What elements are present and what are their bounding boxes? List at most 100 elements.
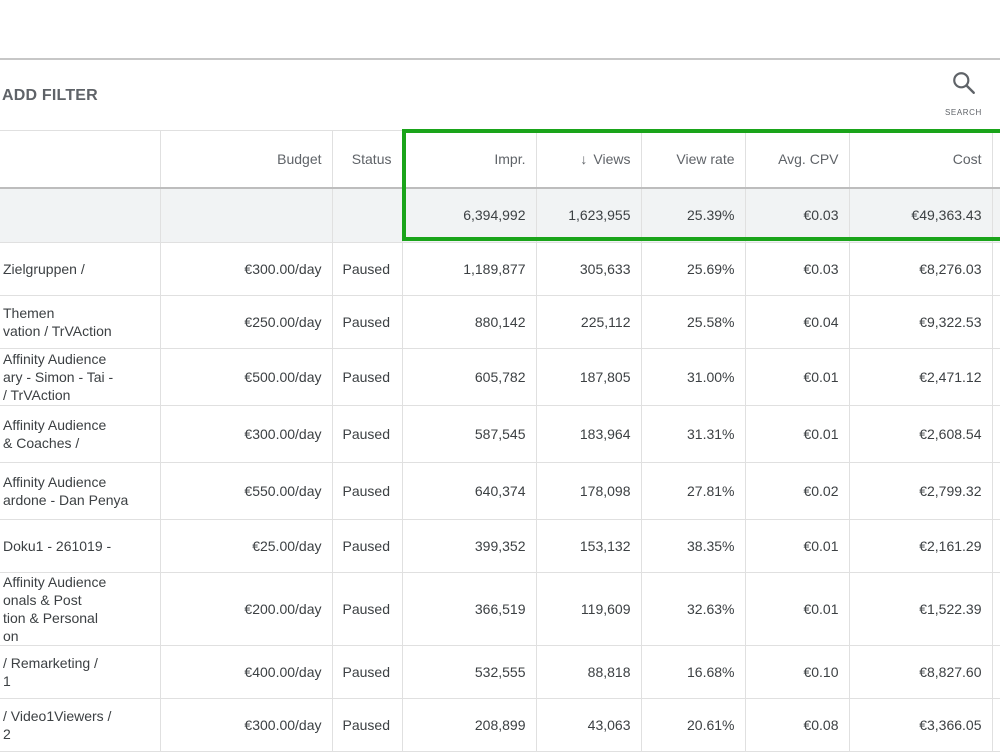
views-cell: 183,964 bbox=[536, 405, 642, 463]
campaign-name-line[interactable]: ardone - Dan Penya bbox=[3, 491, 150, 509]
cost-cell: €2,608.54 bbox=[849, 405, 993, 463]
campaign-name-line[interactable]: 1 bbox=[3, 672, 150, 690]
status-cell[interactable]: Paused bbox=[332, 462, 403, 520]
view-rate-cell: 27.81% bbox=[641, 462, 746, 520]
budget-cell[interactable]: €300.00/day bbox=[160, 405, 333, 463]
header-cost[interactable]: Cost bbox=[849, 130, 993, 189]
campaign-name-line[interactable]: Themen bbox=[3, 304, 150, 322]
table-row[interactable]: Affinity Audience ary - Simon - Tai - / Tr… bbox=[0, 348, 1000, 406]
avg-cpv-cell: €0.08 bbox=[745, 698, 850, 752]
cost-cell: €2,799.32 bbox=[849, 462, 993, 520]
view-rate-cell: 32.63% bbox=[641, 572, 746, 646]
status-cell[interactable]: Paused bbox=[332, 519, 403, 573]
header-impr[interactable]: Impr. bbox=[402, 130, 537, 189]
campaign-name-cell[interactable]: Zielgruppen / bbox=[0, 242, 161, 296]
impr-cell: 880,142 bbox=[402, 295, 537, 349]
status-cell[interactable]: Paused bbox=[332, 698, 403, 752]
status-cell[interactable]: Paused bbox=[332, 572, 403, 646]
cost-cell: €3,366.05 bbox=[849, 698, 993, 752]
cost-cell: €1,522.39 bbox=[849, 572, 993, 646]
overflow-cell bbox=[992, 645, 1000, 699]
cost-cell: €9,322.53 bbox=[849, 295, 993, 349]
campaign-name-cell[interactable]: / Remarketing /1 bbox=[0, 645, 161, 699]
campaign-name-line[interactable]: on bbox=[3, 627, 150, 645]
campaign-name-cell[interactable]: Affinity Audience & Coaches / bbox=[0, 405, 161, 463]
search-icon[interactable] bbox=[951, 70, 977, 96]
budget-cell[interactable]: €300.00/day bbox=[160, 698, 333, 752]
table-row[interactable]: Themen vation / TrVAction €250.00/day Pause… bbox=[0, 295, 1000, 349]
table-row[interactable]: Zielgruppen / €300.00/day Paused 1,189,877 3… bbox=[0, 242, 1000, 296]
status-cell[interactable]: Paused bbox=[332, 295, 403, 349]
total-overflow bbox=[992, 188, 1000, 243]
header-status[interactable]: Status bbox=[332, 130, 403, 189]
campaign-name-line[interactable]: Doku1 - 261019 - bbox=[3, 537, 150, 555]
budget-cell[interactable]: €500.00/day bbox=[160, 348, 333, 406]
table-row[interactable]: Affinity Audience & Coaches / €300.00/day P… bbox=[0, 405, 1000, 463]
avg-cpv-cell: €0.01 bbox=[745, 348, 850, 406]
view-rate-cell: 20.61% bbox=[641, 698, 746, 752]
table-row[interactable]: / Remarketing /1 €400.00/day Paused 532,555… bbox=[0, 645, 1000, 699]
header-overflow bbox=[992, 130, 1000, 189]
header-views[interactable]: ↓ Views bbox=[536, 130, 642, 189]
campaign-name-cell[interactable]: Themen vation / TrVAction bbox=[0, 295, 161, 349]
campaign-name-line[interactable]: Affinity Audience bbox=[3, 350, 150, 368]
total-cost: €49,363.43 bbox=[849, 188, 993, 243]
overflow-cell bbox=[992, 295, 1000, 349]
campaign-name-line[interactable]: / Video1Viewers / bbox=[3, 707, 150, 725]
header-budget[interactable]: Budget bbox=[160, 130, 333, 189]
budget-cell[interactable]: €250.00/day bbox=[160, 295, 333, 349]
campaign-name-cell[interactable]: Doku1 - 261019 - bbox=[0, 519, 161, 573]
add-filter-button[interactable]: ADD FILTER bbox=[2, 87, 98, 105]
campaign-name-line[interactable]: tion & Personal bbox=[3, 609, 150, 627]
campaign-name-line[interactable]: / TrVAction bbox=[3, 386, 150, 404]
campaign-name-line[interactable]: Zielgruppen / bbox=[3, 260, 150, 278]
overflow-cell bbox=[992, 242, 1000, 296]
campaign-name-line[interactable]: / Remarketing / bbox=[3, 654, 150, 672]
campaign-name-cell[interactable]: Affinity Audience ardone - Dan Penya bbox=[0, 462, 161, 520]
top-blank-area bbox=[0, 0, 1000, 58]
status-cell[interactable]: Paused bbox=[332, 348, 403, 406]
search-label: SEARCH bbox=[945, 108, 982, 117]
budget-cell[interactable]: €400.00/day bbox=[160, 645, 333, 699]
views-cell: 88,818 bbox=[536, 645, 642, 699]
filter-bar: ADD FILTER SEARCH bbox=[0, 60, 1000, 131]
campaign-name-cell[interactable]: Affinity Audience ary - Simon - Tai - / Tr… bbox=[0, 348, 161, 406]
budget-cell[interactable]: €25.00/day bbox=[160, 519, 333, 573]
views-cell: 119,609 bbox=[536, 572, 642, 646]
impr-cell: 366,519 bbox=[402, 572, 537, 646]
table-row[interactable]: Affinity Audience onals & Post tion & Pers… bbox=[0, 572, 1000, 646]
impr-cell: 587,545 bbox=[402, 405, 537, 463]
budget-cell[interactable]: €200.00/day bbox=[160, 572, 333, 646]
views-cell: 187,805 bbox=[536, 348, 642, 406]
budget-cell[interactable]: €550.00/day bbox=[160, 462, 333, 520]
avg-cpv-cell: €0.10 bbox=[745, 645, 850, 699]
avg-cpv-cell: €0.03 bbox=[745, 242, 850, 296]
total-impr: 6,394,992 bbox=[402, 188, 537, 243]
campaign-name-line[interactable]: Affinity Audience bbox=[3, 573, 150, 591]
status-cell[interactable]: Paused bbox=[332, 645, 403, 699]
campaign-name-line[interactable]: Affinity Audience bbox=[3, 416, 150, 434]
impr-cell: 399,352 bbox=[402, 519, 537, 573]
views-cell: 43,063 bbox=[536, 698, 642, 752]
campaign-name-line[interactable]: vation / TrVAction bbox=[3, 322, 150, 340]
campaign-name-cell[interactable]: Affinity Audience onals & Post tion & Pers… bbox=[0, 572, 161, 646]
cost-cell: €2,161.29 bbox=[849, 519, 993, 573]
campaign-name-line[interactable]: 2 bbox=[3, 725, 150, 743]
table-row[interactable]: / Video1Viewers /2 €300.00/day Paused 208,8… bbox=[0, 698, 1000, 752]
table-row[interactable]: Affinity Audience ardone - Dan Penya €550.… bbox=[0, 462, 1000, 520]
campaign-name-cell[interactable]: / Video1Viewers /2 bbox=[0, 698, 161, 752]
view-rate-cell: 16.68% bbox=[641, 645, 746, 699]
campaign-name-line[interactable]: ary - Simon - Tai - bbox=[3, 368, 150, 386]
total-status bbox=[332, 188, 403, 243]
sort-descending-icon: ↓ bbox=[580, 150, 588, 167]
campaign-name-line[interactable]: & Coaches / bbox=[3, 434, 150, 452]
table-row[interactable]: Doku1 - 261019 - €25.00/day Paused 399,352 1… bbox=[0, 519, 1000, 573]
campaign-name-line[interactable]: Affinity Audience bbox=[3, 473, 150, 491]
header-avg-cpv[interactable]: Avg. CPV bbox=[745, 130, 850, 189]
status-cell[interactable]: Paused bbox=[332, 405, 403, 463]
campaign-name-line[interactable]: onals & Post bbox=[3, 591, 150, 609]
budget-cell[interactable]: €300.00/day bbox=[160, 242, 333, 296]
header-view-rate[interactable]: View rate bbox=[641, 130, 746, 189]
overflow-cell bbox=[992, 698, 1000, 752]
status-cell[interactable]: Paused bbox=[332, 242, 403, 296]
